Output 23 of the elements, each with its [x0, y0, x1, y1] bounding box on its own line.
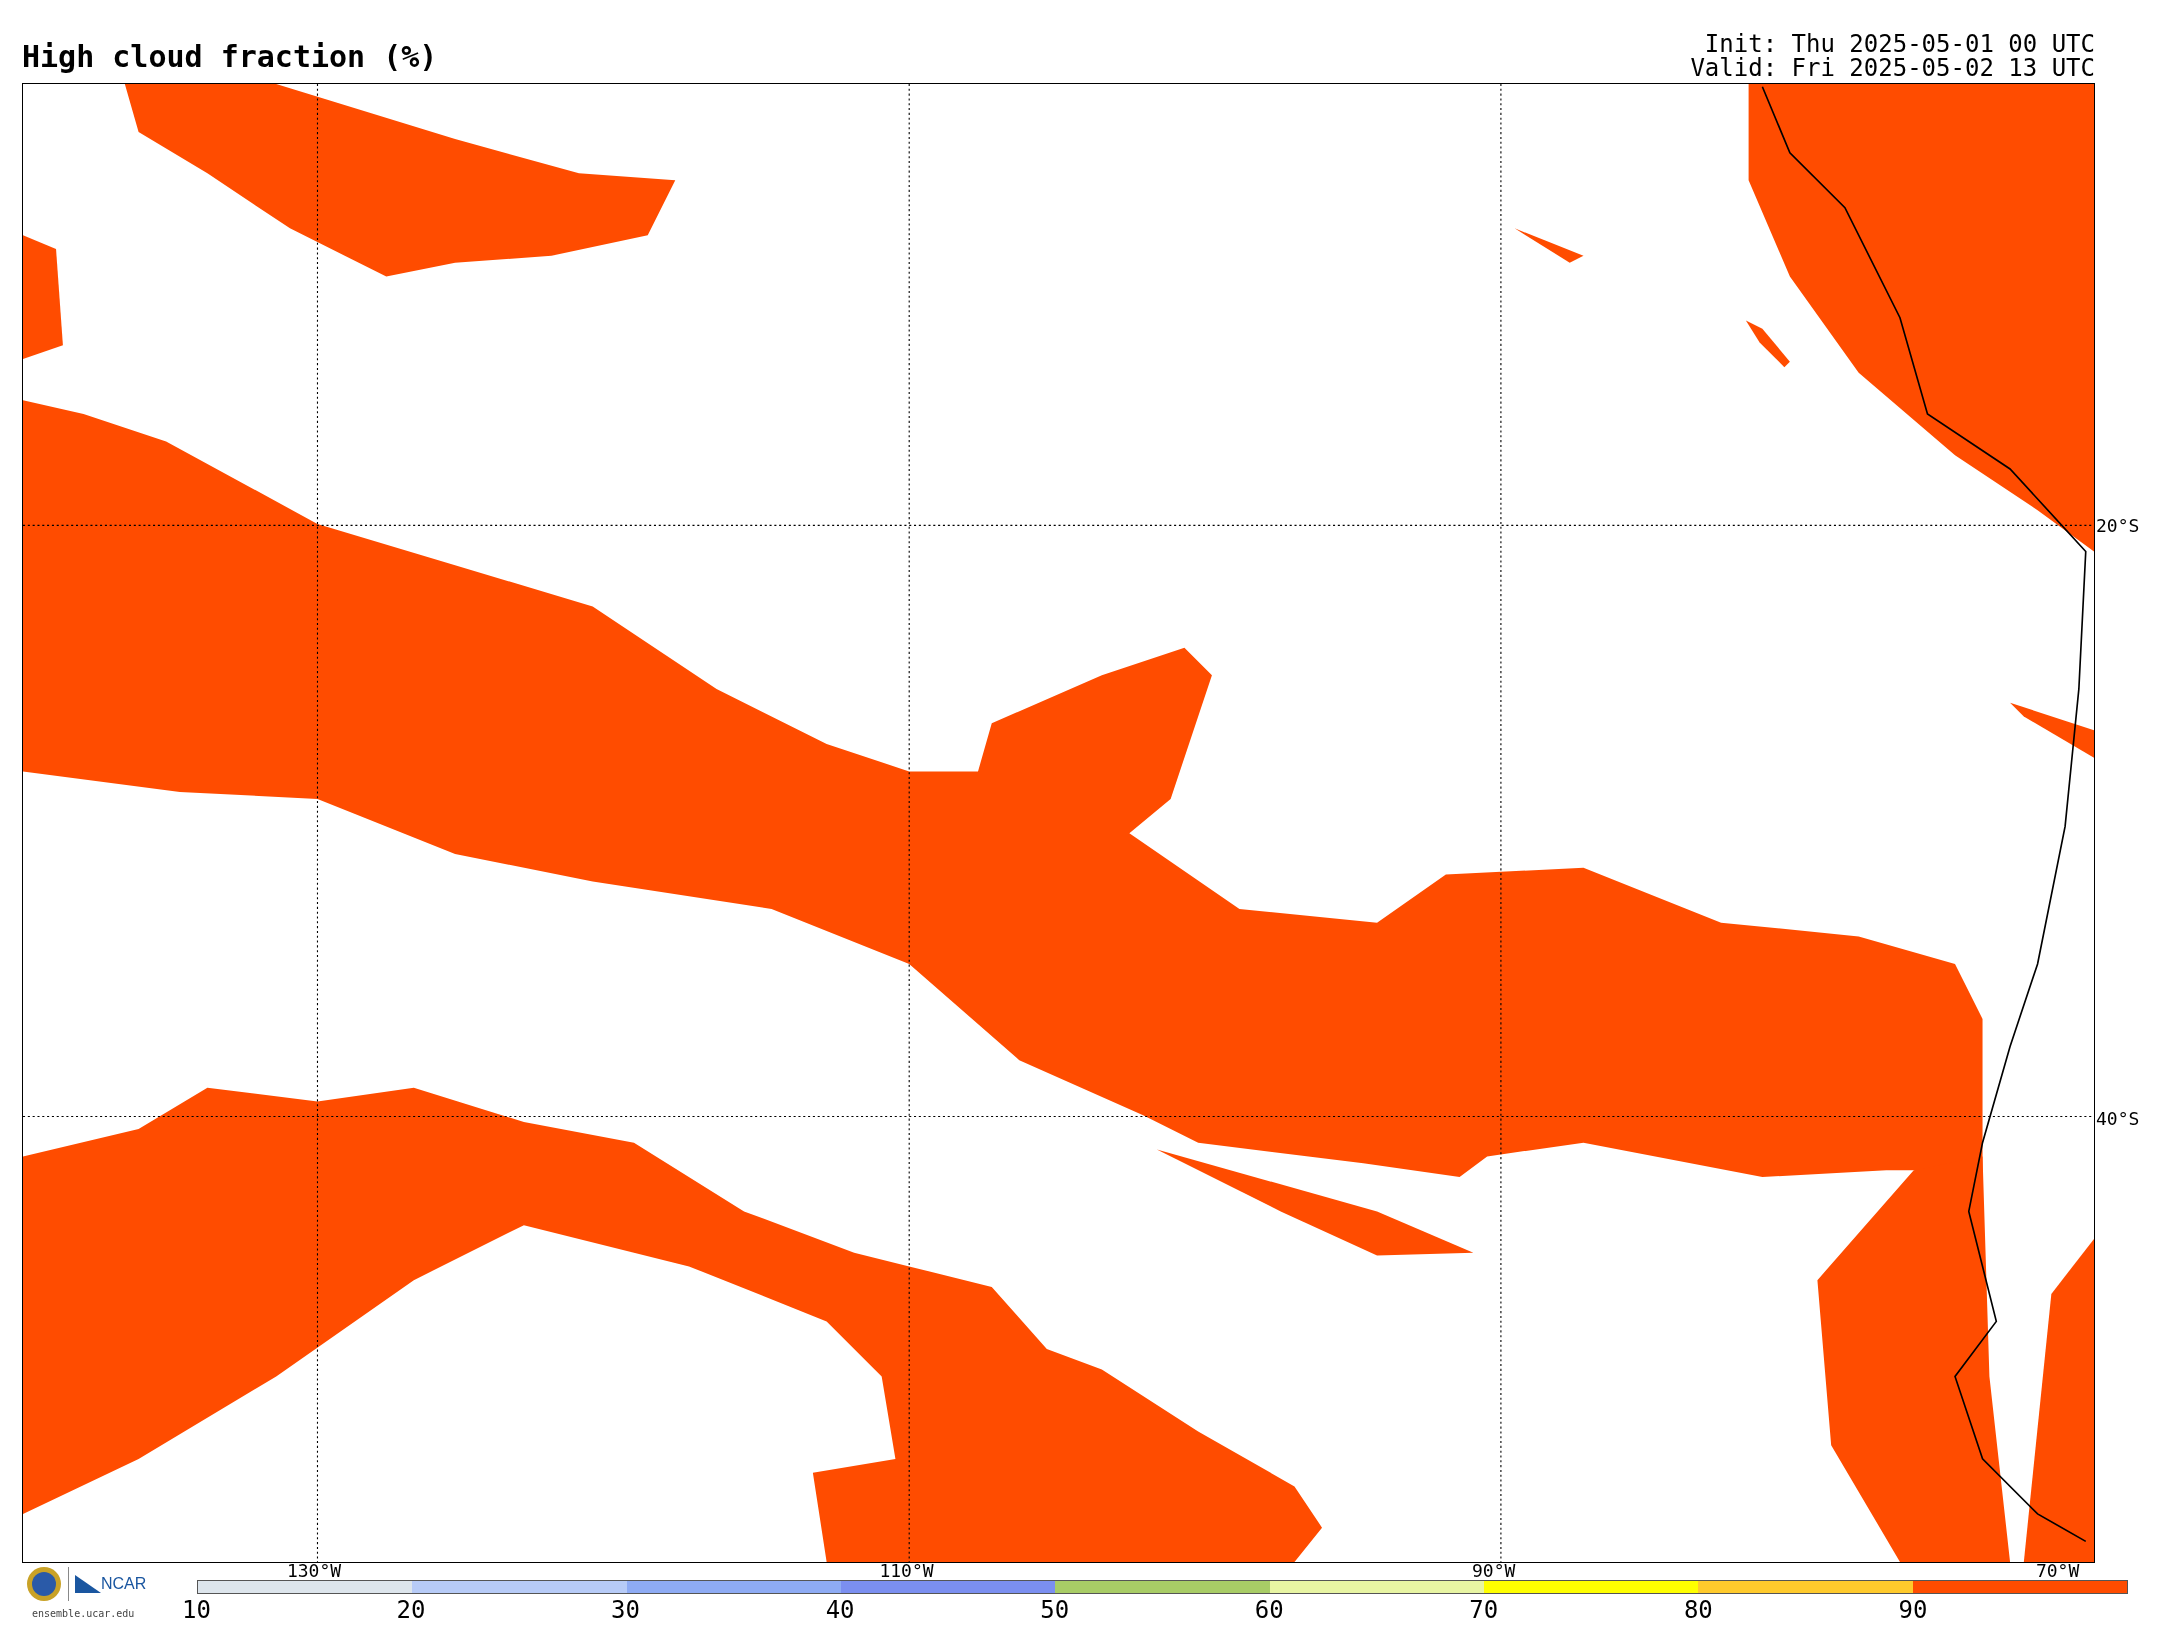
colorbar-tick-label: 80 [1683, 1598, 1713, 1622]
map-title: High cloud fraction (%) [22, 42, 438, 72]
longitude-label: 110°W [879, 1562, 934, 1580]
organization-name: NCAR [101, 1574, 147, 1594]
website-url: ensemble.ucar.edu [32, 1607, 135, 1621]
colorbar-tick-label: 90 [1898, 1598, 1928, 1622]
longitude-label: 70°W [2035, 1562, 2080, 1580]
colorbar-tick-label: 60 [1254, 1598, 1284, 1622]
colorbar-tick-label: 70 [1469, 1598, 1499, 1622]
init-time: Init: Thu 2025-05-01 00 UTC [1704, 32, 2095, 56]
latitude-label: 40°S [2096, 1109, 2140, 1128]
ncar-logo-icon [75, 1575, 101, 1593]
longitude-label: 90°W [1471, 1562, 1516, 1580]
longitude-label: 130°W [286, 1562, 342, 1580]
colorbar-tick-label: 40 [825, 1598, 855, 1622]
colorbar-tick-label: 20 [396, 1598, 426, 1622]
globe-seal-icon [26, 1566, 62, 1602]
valid-time: Valid: Fri 2025-05-02 13 UTC [1690, 56, 2095, 80]
latitude-label: 20°S [2096, 517, 2140, 536]
colorbar-tick-label: 50 [1040, 1598, 1070, 1622]
colorbar-tick-label: 30 [611, 1598, 640, 1622]
cloud-area [1514, 228, 1584, 263]
colorbar-tick-label: 10 [182, 1598, 211, 1622]
